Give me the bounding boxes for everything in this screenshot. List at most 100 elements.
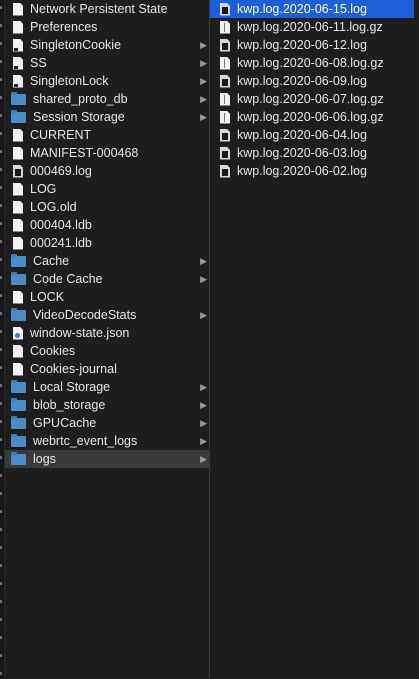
- folder-row[interactable]: blob_storage ▶: [5, 396, 209, 414]
- file-row[interactable]: SingletonCookie ▶: [5, 36, 209, 54]
- item-label: GPUCache: [33, 416, 97, 430]
- file-row[interactable]: Cookies-journal: [5, 360, 209, 378]
- folder-icon: [11, 452, 26, 465]
- finder-column-browser: Network Persistent State Preferences Singl…: [0, 0, 419, 679]
- chevron-right-icon: ▶: [200, 274, 207, 284]
- item-label: Cookies: [30, 344, 76, 358]
- item-label: CURRENT: [30, 128, 92, 142]
- item-label: blob_storage: [33, 398, 106, 412]
- document-icon: [13, 236, 23, 250]
- item-label: Cookies-journal: [30, 362, 117, 376]
- file-row[interactable]: kwp.log.2020-06-11.log.gz: [210, 18, 414, 36]
- edge-tick: [0, 528, 2, 531]
- file-row[interactable]: MANIFEST-000468: [5, 144, 209, 162]
- edge-tick: [0, 24, 2, 27]
- file-row[interactable]: LOG: [5, 180, 209, 198]
- item-label: SingletonCookie: [30, 38, 122, 52]
- folder-row[interactable]: Cache ▶: [5, 252, 209, 270]
- chevron-right-icon: ▶: [200, 256, 207, 266]
- item-label: Network Persistent State: [30, 2, 168, 16]
- edge-tick: [0, 132, 2, 135]
- edge-tick: [0, 366, 2, 369]
- edge-tick: [0, 384, 2, 387]
- folder-icon: [11, 398, 26, 411]
- edge-tick: [0, 240, 2, 243]
- file-row[interactable]: SS ▶: [5, 54, 209, 72]
- edge-tick: [0, 474, 2, 477]
- edge-tick: [0, 618, 2, 621]
- archive-icon: [220, 20, 230, 34]
- folder-row[interactable]: VideoDecodeStats ▶: [5, 306, 209, 324]
- edge-tick: [0, 654, 2, 657]
- item-label: kwp.log.2020-06-15.log: [237, 2, 367, 16]
- edge-tick: [0, 150, 2, 153]
- edge-tick: [0, 204, 2, 207]
- column-logs: kwp.log.2020-06-15.log kwp.log.2020-06-11…: [210, 0, 419, 679]
- file-row[interactable]: CURRENT: [5, 126, 209, 144]
- file-row[interactable]: SingletonLock ▶: [5, 72, 209, 90]
- item-label: kwp.log.2020-06-11.log.gz: [237, 20, 383, 34]
- edge-tick: [0, 96, 2, 99]
- edge-tick: [0, 294, 2, 297]
- file-row[interactable]: Cookies: [5, 342, 209, 360]
- edge-tick: [0, 60, 2, 63]
- item-label: kwp.log.2020-06-03.log: [237, 146, 367, 160]
- folder-row[interactable]: GPUCache ▶: [5, 414, 209, 432]
- item-label: SS: [30, 56, 47, 70]
- item-label: 000241.ldb: [30, 236, 92, 250]
- alias-icon: [13, 56, 23, 70]
- item-label: shared_proto_db: [33, 92, 128, 106]
- log-file-icon: [220, 38, 230, 52]
- item-label: Preferences: [30, 20, 98, 34]
- file-row[interactable]: kwp.log.2020-06-07.log.gz: [210, 90, 414, 108]
- file-row[interactable]: kwp.log.2020-06-15.log: [210, 0, 414, 18]
- chevron-right-icon: ▶: [200, 310, 207, 320]
- item-label: webrtc_event_logs: [33, 434, 138, 448]
- chevron-right-icon: ▶: [200, 436, 207, 446]
- edge-tick: [0, 6, 2, 9]
- chevron-right-icon: ▶: [200, 454, 207, 464]
- file-row[interactable]: 000469.log: [5, 162, 209, 180]
- document-icon: [13, 218, 23, 232]
- document-icon: [13, 2, 23, 16]
- edge-tick: [0, 420, 2, 423]
- file-row[interactable]: kwp.log.2020-06-02.log: [210, 162, 414, 180]
- edge-tick: [0, 276, 2, 279]
- folder-row[interactable]: webrtc_event_logs ▶: [5, 432, 209, 450]
- json-file-icon: [13, 326, 23, 340]
- edge-tick: [0, 510, 2, 513]
- file-row[interactable]: LOG.old: [5, 198, 209, 216]
- chevron-right-icon: ▶: [200, 112, 207, 122]
- file-row[interactable]: LOCK: [5, 288, 209, 306]
- edge-tick: [0, 168, 2, 171]
- item-label: Session Storage: [33, 110, 125, 124]
- folder-row[interactable]: Code Cache ▶: [5, 270, 209, 288]
- file-row[interactable]: 000241.ldb: [5, 234, 209, 252]
- folder-icon: [11, 254, 26, 267]
- chevron-right-icon: ▶: [200, 40, 207, 50]
- file-row[interactable]: kwp.log.2020-06-08.log.gz: [210, 54, 414, 72]
- document-icon: [13, 290, 23, 304]
- chevron-right-icon: ▶: [200, 382, 207, 392]
- edge-tick: [0, 564, 2, 567]
- folder-icon: [11, 110, 26, 123]
- folder-row[interactable]: Local Storage ▶: [5, 378, 209, 396]
- folder-row[interactable]: Session Storage ▶: [5, 108, 209, 126]
- file-row[interactable]: window-state.json: [5, 324, 209, 342]
- item-label: LOG.old: [30, 200, 77, 214]
- folder-row[interactable]: logs ▶: [5, 450, 209, 468]
- file-row[interactable]: Network Persistent State: [5, 0, 209, 18]
- edge-tick: [0, 258, 2, 261]
- edge-tick: [0, 42, 2, 45]
- folder-icon: [11, 308, 26, 321]
- file-row[interactable]: kwp.log.2020-06-12.log: [210, 36, 414, 54]
- file-row[interactable]: kwp.log.2020-06-09.log: [210, 72, 414, 90]
- file-row[interactable]: 000404.ldb: [5, 216, 209, 234]
- file-row[interactable]: kwp.log.2020-06-06.log.gz: [210, 108, 414, 126]
- file-row[interactable]: kwp.log.2020-06-04.log: [210, 126, 414, 144]
- folder-row[interactable]: shared_proto_db ▶: [5, 90, 209, 108]
- item-label: LOCK: [30, 290, 65, 304]
- file-row[interactable]: Preferences: [5, 18, 209, 36]
- document-icon: [13, 146, 23, 160]
- file-row[interactable]: kwp.log.2020-06-03.log: [210, 144, 414, 162]
